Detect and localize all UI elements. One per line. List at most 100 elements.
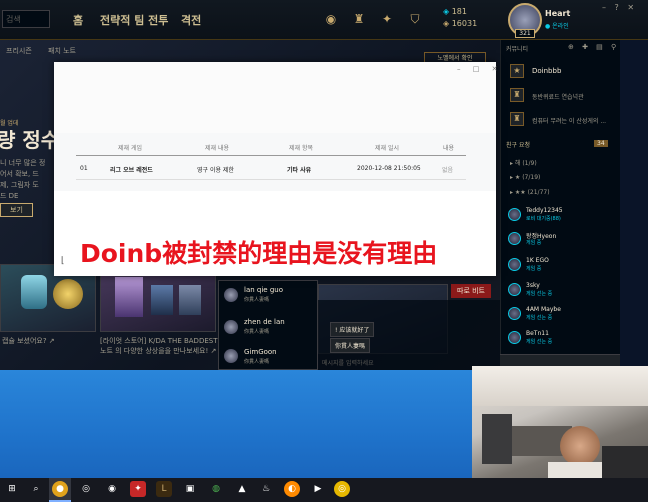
card-caption[interactable]: 노트 의 다양한 상상을을 만나보세요! ↗ bbox=[100, 346, 218, 356]
promo-text: 니 너무 많은 정 어서 확보, 드 제, 그림자 도 드 DE bbox=[0, 158, 60, 202]
rp-amount: 181 bbox=[451, 7, 467, 16]
table-cell: 없음 bbox=[442, 167, 454, 174]
currency-display[interactable]: ◈ 181 ◈ 16031 bbox=[443, 6, 477, 30]
chat-avatar[interactable] bbox=[224, 320, 238, 334]
club-icon: ★ bbox=[510, 64, 524, 78]
club-row[interactable]: ★ Doinbbb bbox=[506, 62, 618, 86]
chat-contact-name[interactable]: zhen de lan bbox=[244, 318, 285, 326]
card-caption[interactable]: [라이엇 스토어] K/DA THE BADDEST bbox=[100, 336, 218, 346]
friend-status: 게임 선는 중 bbox=[526, 315, 553, 321]
friend-avatar bbox=[508, 208, 521, 221]
tab-clash[interactable]: 격전 bbox=[181, 12, 201, 28]
table-header: 제재 일시 bbox=[375, 145, 399, 152]
club-row[interactable]: ♜ 동반퀴료드 연습넉관 bbox=[506, 86, 618, 110]
club-row[interactable]: ♜ 컴퓨터 무려는 이 산성게의 ... bbox=[506, 110, 618, 134]
friend-row[interactable]: 4AM Maybe 게임 선는 중 bbox=[506, 306, 618, 322]
be-amount: 16031 bbox=[451, 19, 478, 28]
card-caption[interactable]: 캡슐 보셨어요? ↗ bbox=[2, 336, 98, 346]
tab-home[interactable]: 홈 bbox=[73, 12, 83, 28]
chat-message: 你貫人妻嗎 bbox=[330, 338, 371, 353]
table-cell: 2020-12-08 21:50:05 bbox=[357, 165, 421, 172]
rp-icon: ◈ bbox=[443, 7, 452, 16]
promo-text-line: 제, 그림자 도 bbox=[0, 181, 39, 189]
friend-name: BeTn11 bbox=[526, 330, 549, 337]
friend-name: 1K EGO bbox=[526, 257, 549, 264]
subnav-preseason[interactable]: 프리시즌 bbox=[6, 46, 32, 56]
user-status[interactable]: ● 온라인 bbox=[545, 21, 569, 30]
social-actions[interactable]: ⊕ ✚ ▤ ⚲ bbox=[568, 43, 619, 51]
club-icon: ♜ bbox=[510, 112, 524, 126]
webcam-chair bbox=[482, 414, 512, 464]
app-icon[interactable]: ◎ bbox=[334, 481, 350, 497]
friend-row[interactable]: 1K EGO 게임 중 bbox=[506, 257, 618, 273]
friend-row[interactable]: Teddy12345 로비 대기중(88) bbox=[506, 207, 618, 223]
app-icon[interactable]: ▶ bbox=[310, 481, 326, 497]
webcam-ceiling bbox=[472, 366, 648, 406]
app-icon[interactable]: ✦ bbox=[130, 481, 146, 497]
chat-message: ! 应该就好了 bbox=[330, 322, 375, 337]
chat-avatar[interactable] bbox=[224, 288, 238, 302]
table-cell: 리그 오브 레전드 bbox=[110, 167, 153, 174]
friend-name: Teddy12345 bbox=[526, 207, 563, 214]
club-icon: ♜ bbox=[510, 88, 524, 102]
orb-image bbox=[53, 279, 83, 309]
wechat-icon[interactable]: ◍ bbox=[208, 481, 224, 497]
store-icon[interactable]: ⛉ bbox=[407, 11, 423, 27]
friend-status: 게임 중 bbox=[526, 266, 542, 272]
search-icon[interactable]: ⌕ bbox=[28, 481, 44, 497]
friend-row[interactable]: 3sky 게임 선는 중 bbox=[506, 282, 618, 298]
club-name: 동반퀴료드 연습넉관 bbox=[532, 94, 584, 101]
friend-group[interactable]: ▸ ★★ (21/77) bbox=[510, 189, 550, 196]
capsule-image bbox=[21, 275, 47, 309]
app-icon[interactable]: ◉ bbox=[104, 481, 120, 497]
table-header: 제재 내용 bbox=[205, 145, 229, 152]
table-header: 제재 항목 bbox=[289, 145, 313, 152]
friend-requests-count: 34 bbox=[594, 140, 608, 147]
chat-contact-name[interactable]: lan qie guo bbox=[244, 286, 283, 294]
sanction-table-area bbox=[54, 133, 496, 191]
promo-text-line: 어서 확보, 드 bbox=[0, 170, 39, 178]
app-icon[interactable]: ◐ bbox=[284, 481, 300, 497]
loot-icon[interactable]: ✦ bbox=[379, 11, 395, 27]
friend-avatar bbox=[508, 331, 521, 344]
subnav-patch-notes[interactable]: 패치 노트 bbox=[48, 46, 76, 56]
profile-icon[interactable]: ◉ bbox=[323, 11, 339, 27]
app-icon[interactable]: ◎ bbox=[78, 481, 94, 497]
user-status-label: 온라인 bbox=[552, 23, 569, 30]
kda-art bbox=[151, 285, 173, 315]
friend-status: 게임 선는 중 bbox=[526, 291, 553, 297]
friend-status: 게임 선는 중 bbox=[526, 339, 553, 345]
chat-contact-name[interactable]: GimGoon bbox=[244, 348, 277, 356]
level-badge: 321 bbox=[515, 29, 535, 38]
promo-view-button[interactable]: 보기 bbox=[0, 203, 33, 217]
league-client-icon[interactable]: L bbox=[156, 481, 172, 497]
resize-grip-icon[interactable]: ⌊ bbox=[61, 256, 65, 266]
chat-contact-sub: 你貫人妻嗎 bbox=[244, 297, 270, 303]
search-input[interactable]: 검색 bbox=[2, 10, 50, 28]
friend-group[interactable]: ▸ ★ (7/19) bbox=[510, 174, 540, 181]
username[interactable]: Heart bbox=[545, 9, 570, 18]
friend-row[interactable]: 왕정Hyeon 게임 중 bbox=[506, 231, 618, 247]
tab-tft[interactable]: 전략적 팀 전투 bbox=[100, 12, 168, 28]
red-promo-button[interactable]: 따로 비트 bbox=[451, 284, 491, 298]
webcam-person-head bbox=[560, 426, 600, 466]
app-icon[interactable]: ▣ bbox=[182, 481, 198, 497]
app-icon[interactable]: ▲ bbox=[234, 481, 250, 497]
chat-avatar[interactable] bbox=[224, 349, 238, 363]
friend-row[interactable]: BeTn11 게임 선는 중 bbox=[506, 330, 618, 346]
friend-group[interactable]: ▸ 해 (1/9) bbox=[510, 158, 537, 167]
friend-status: 게임 중 bbox=[526, 240, 542, 246]
steam-icon[interactable]: ♨ bbox=[258, 481, 274, 497]
table-cell: 01 bbox=[80, 165, 88, 172]
collection-icon[interactable]: ♜ bbox=[351, 11, 367, 27]
windows-start-icon[interactable]: ⊞ bbox=[4, 481, 20, 497]
dialog-header-area bbox=[54, 62, 496, 133]
dialog-window-controls[interactable]: – □ ✕ bbox=[457, 65, 502, 73]
kda-art bbox=[115, 277, 143, 317]
friend-status: 로비 대기중(88) bbox=[526, 216, 561, 222]
friend-avatar bbox=[508, 258, 521, 271]
chrome-icon[interactable]: ● bbox=[52, 481, 68, 497]
club-name: Doinbbb bbox=[532, 67, 562, 75]
window-controls[interactable]: – ? ✕ bbox=[602, 3, 637, 12]
friend-avatar bbox=[508, 283, 521, 296]
